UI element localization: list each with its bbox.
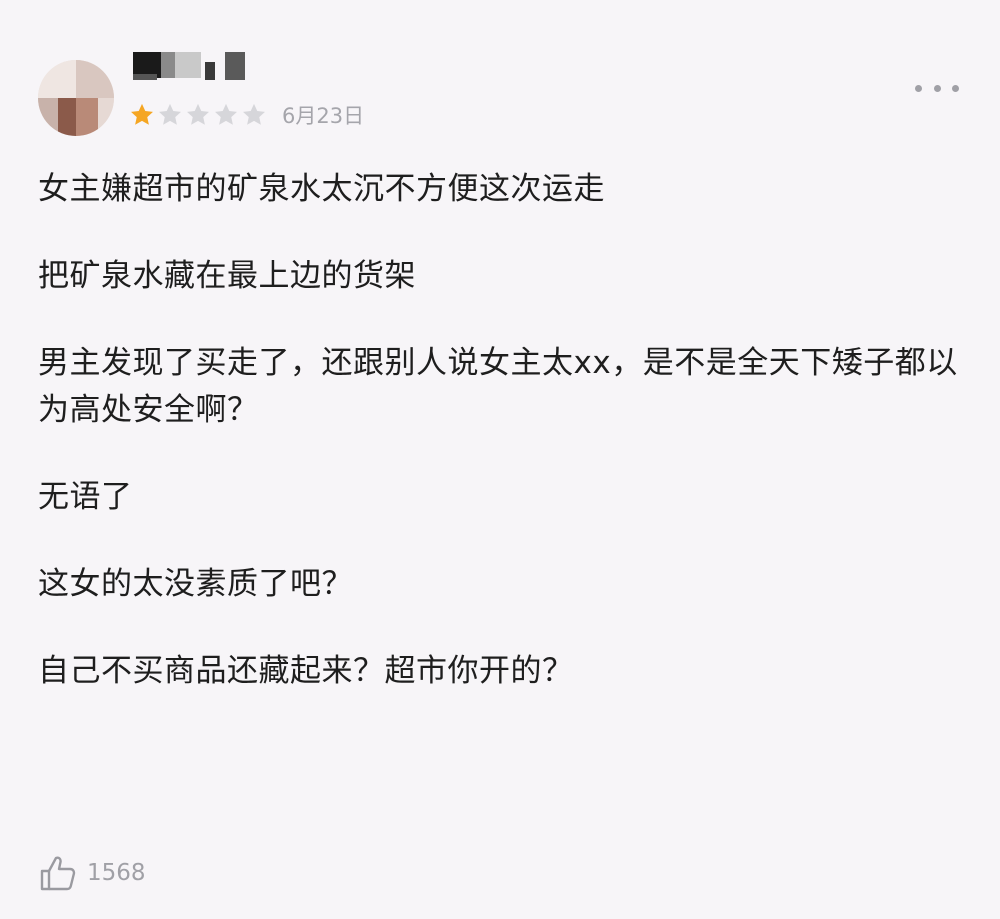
- like-count: 1568: [87, 860, 146, 886]
- more-dots-icon: [915, 84, 922, 92]
- review-paragraph: 女主嫌超市的矿泉水太沉不方便这次运走: [38, 171, 605, 207]
- review-content: 女主嫌超市的矿泉水太沉不方便这次运走 把矿泉水藏在最上边的货架 男主发现了买走了…: [38, 166, 968, 735]
- review-paragraph: 无语了: [38, 479, 133, 515]
- review-paragraph: 把矿泉水藏在最上边的货架: [38, 258, 416, 294]
- more-dots-icon: [933, 84, 941, 92]
- star-icon: [243, 103, 265, 125]
- review-meta: 6月23日: [128, 101, 364, 129]
- avatar[interactable]: [38, 60, 114, 136]
- star-icon: [131, 103, 153, 125]
- more-dots-icon: [952, 84, 959, 92]
- thumbs-up-icon: [40, 856, 76, 891]
- more-options-button[interactable]: [915, 78, 959, 98]
- star-icon: [187, 103, 209, 125]
- review-paragraph: 男主发现了买走了，还跟别人说女主太xx，是不是全天下矮子都以为高处安全啊？: [38, 345, 958, 428]
- review-paragraph: 自己不买商品还藏起来？超市你开的？: [38, 653, 574, 689]
- like-button[interactable]: 1568: [38, 853, 146, 893]
- review-date: 6月23日: [282, 104, 365, 128]
- star-icon: [159, 103, 181, 125]
- username-redacted[interactable]: [133, 52, 248, 84]
- review-paragraph: 这女的太没素质了吧？: [38, 566, 353, 602]
- star-icon: [215, 103, 237, 125]
- star-rating: [128, 101, 268, 129]
